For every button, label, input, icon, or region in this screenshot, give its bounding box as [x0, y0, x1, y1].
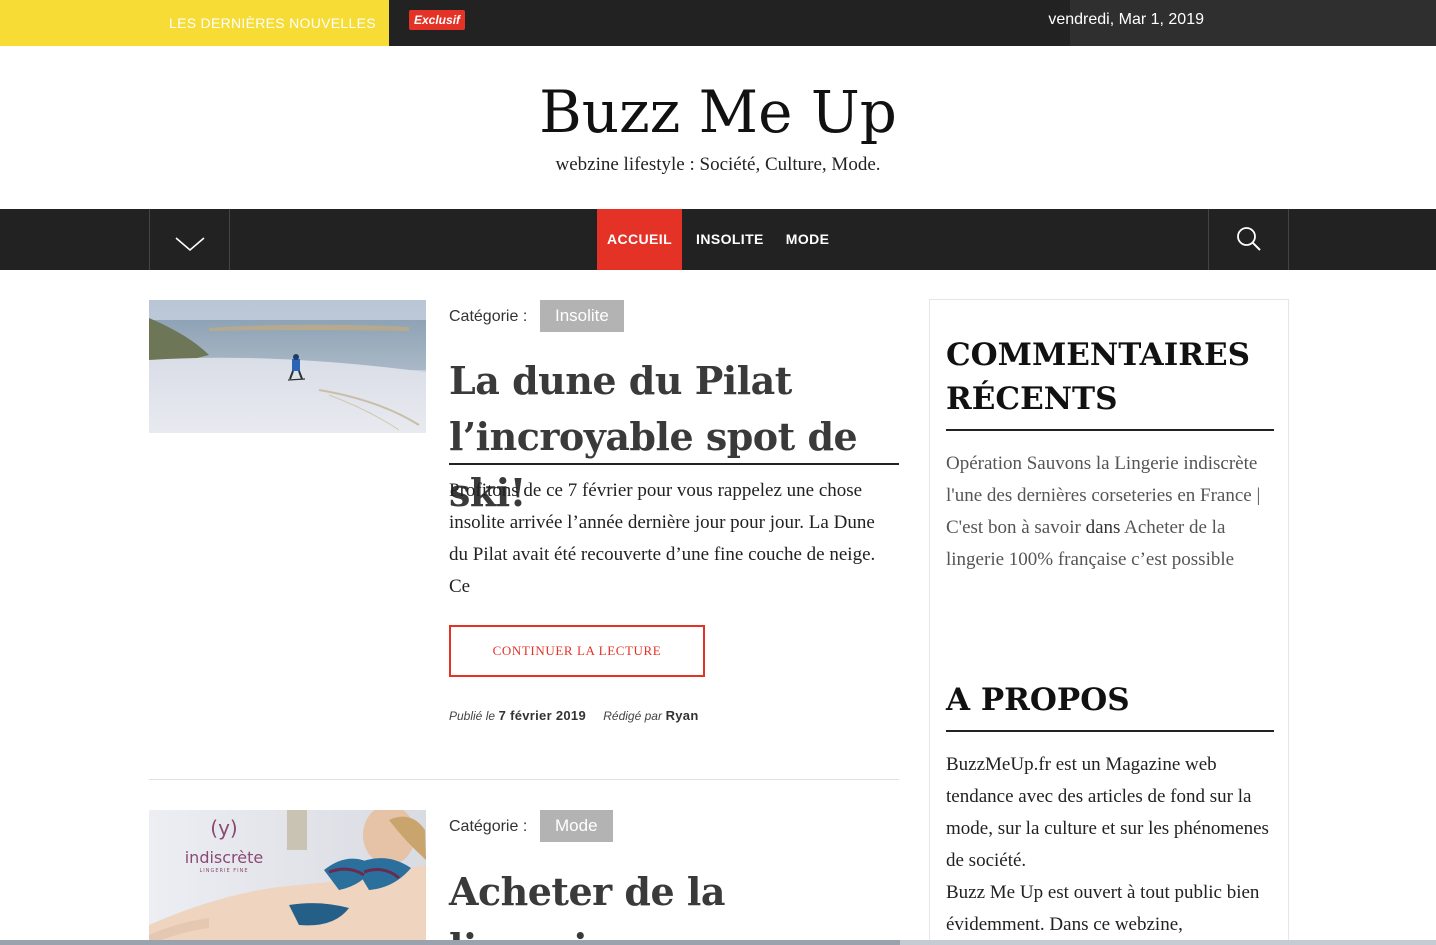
top-bar: LES DERNIÈRES NOUVELLES Exclusif vendred… — [0, 0, 1436, 46]
search-icon — [1237, 227, 1261, 251]
about-paragraph: BuzzMeUp.fr est un Magazine web tendance… — [946, 754, 1269, 871]
category-badge-insolite[interactable]: Insolite — [540, 300, 624, 332]
site-tagline: webzine lifestyle : Société, Culture, Mo… — [555, 154, 881, 175]
nav-item-accueil[interactable]: ACCUEIL — [597, 209, 683, 270]
title-divider — [449, 463, 899, 465]
category-label: Catégorie : — [449, 818, 528, 835]
recent-comment-item: Opération Sauvons la Lingerie indiscrète… — [946, 448, 1266, 576]
widget-title-divider — [946, 730, 1274, 732]
comment-joiner: dans — [1085, 517, 1121, 538]
nav-item-insolite[interactable]: INSOLITE — [682, 209, 776, 270]
article-title[interactable]: Acheter de la lingerie — [449, 864, 899, 945]
horizontal-scrollbar[interactable] — [0, 940, 1436, 945]
scrollbar-thumb[interactable] — [0, 940, 900, 945]
category-badge-mode[interactable]: Mode — [540, 810, 613, 842]
published-label: Publié le — [449, 709, 496, 723]
published-date[interactable]: 7 février 2019 — [499, 708, 586, 723]
latest-news-label: LES DERNIÈRES NOUVELLES — [0, 0, 389, 46]
brand-subtitle: LINGERIE FINE — [199, 868, 249, 874]
sidebar: COMMENTAIRES RÉCENTS Opération Sauvons l… — [929, 299, 1289, 945]
current-date: vendredi, Mar 1, 2019 — [1048, 11, 1204, 28]
widget-title-divider — [946, 429, 1274, 431]
category-label: Catégorie : — [449, 308, 528, 325]
read-more-button[interactable]: CONTINUER LA LECTURE — [449, 625, 705, 677]
article-title-line[interactable]: Acheter de la lingerie — [449, 864, 899, 945]
search-button[interactable] — [1208, 209, 1289, 270]
dune-snow-image — [149, 300, 426, 433]
article-separator — [149, 779, 899, 780]
about-text: BuzzMeUp.fr est un Magazine web tendance… — [946, 749, 1276, 941]
main-navigation: ACCUEIL INSOLITE MODE — [0, 209, 1436, 270]
about-paragraph: Buzz Me Up est ouvert à tout public bien… — [946, 882, 1260, 935]
article-meta: Publié le 7 février 2019 Rédigé par Ryan — [449, 708, 699, 723]
brand-name: indiscrète — [184, 848, 264, 867]
article-excerpt: Profitons de ce 7 février pour vous rapp… — [449, 480, 876, 597]
author-name[interactable]: Ryan — [666, 708, 699, 723]
widget-title-about: A PROPOS — [946, 682, 1130, 718]
chevron-down-icon — [175, 237, 205, 252]
article-thumbnail-lingerie[interactable]: (y) indiscrète LINGERIE FINE — [149, 810, 426, 945]
article-thumbnail-dune[interactable] — [149, 300, 426, 433]
article-title-line[interactable]: La dune du Pilat — [449, 353, 899, 409]
menu-toggle-button[interactable] — [149, 209, 230, 270]
brand-mark: (y) — [210, 816, 238, 840]
nav-menu: ACCUEIL INSOLITE MODE — [597, 209, 839, 270]
author-label: Rédigé par — [603, 709, 662, 723]
nav-item-mode[interactable]: MODE — [776, 209, 840, 270]
widget-title-recent-comments: COMMENTAIRES RÉCENTS — [946, 337, 1250, 417]
site-title[interactable]: Buzz Me Up — [0, 78, 1436, 146]
exclusive-badge[interactable]: Exclusif — [409, 10, 466, 30]
